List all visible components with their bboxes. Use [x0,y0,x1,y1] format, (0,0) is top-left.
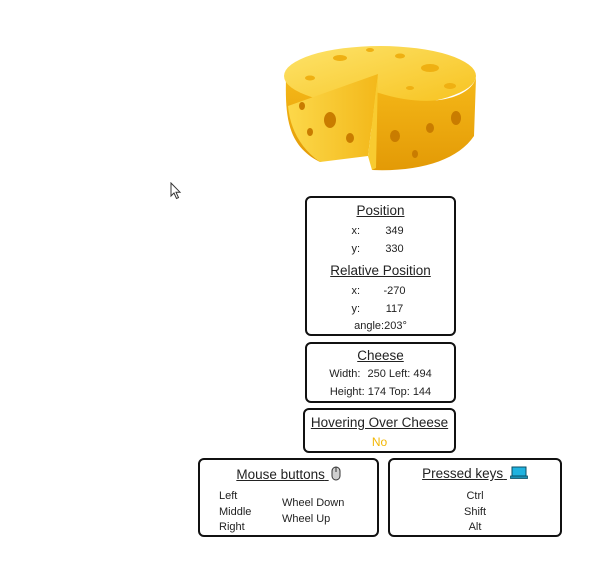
position-x-value: 349 [385,225,404,237]
cheese-left-label: Left: [388,368,411,380]
mouse-icon [331,466,341,481]
relative-y-value: 117 [385,303,404,315]
hover-title: Hovering Over Cheese [310,415,449,430]
position-x-label: x: [351,225,361,237]
cheese-panel: Cheese Width: 250 Left: 494 Height: 174 … [305,342,456,403]
position-y-label: y: [351,243,361,255]
cheese-height-label: Height: [329,386,365,398]
angle-value: 203° [384,320,407,332]
keyboard-icon [510,466,528,479]
pressed-keys-title: Pressed keys [422,466,504,481]
mouse-button-left: Left [219,490,238,502]
mouse-wheel-down: Wheel Down [282,497,345,509]
relative-x-value: -270 [383,285,406,297]
mouse-pointer-icon [170,182,182,200]
mouse-button-right: Right [219,521,245,533]
mouse-buttons-title: Mouse buttons [236,467,325,482]
mouse-button-middle: Middle [219,505,252,518]
cheese-width-value: 250 [367,368,386,380]
cheese-title: Cheese [357,348,404,363]
pressed-keys-panel: Pressed keys Ctrl Shift Alt [388,458,562,537]
position-title: Position [356,203,405,218]
angle-label: angle: [354,320,385,332]
hover-status: No [371,435,388,449]
hover-panel: Hovering Over Cheese No [303,408,456,453]
mouse-wheel-up: Wheel Up [282,512,331,525]
mouse-buttons-panel: Mouse buttons Left Middle Right Wheel Do… [198,458,379,537]
cheese-top-label: Top: [388,386,410,398]
cheese-image[interactable] [280,28,480,176]
relative-y-label: y: [351,303,361,315]
key-alt: Alt [468,521,482,533]
relative-position-title: Relative Position [330,263,431,278]
position-y-value: 330 [385,243,404,255]
position-panel: Position x: 349 y: 330 Relative Position x… [305,196,456,336]
cheese-width-label: Width: [329,368,361,380]
cheese-height-value: 174 [367,386,387,398]
cheese-left-value: 494 [413,368,432,380]
cheese-top-value: 144 [412,386,432,398]
key-ctrl: Ctrl [466,490,484,502]
relative-x-label: x: [351,285,361,297]
key-shift: Shift [463,505,486,518]
